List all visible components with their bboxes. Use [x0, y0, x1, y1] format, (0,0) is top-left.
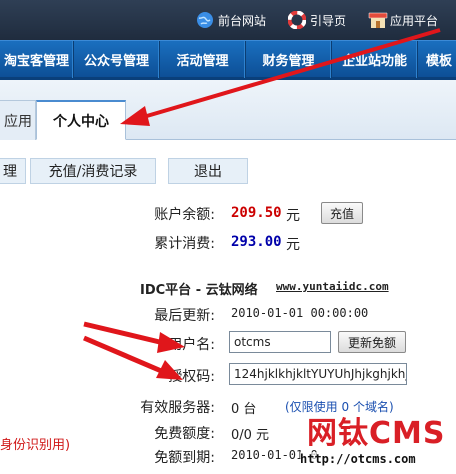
- arrow-to-username: [83, 321, 185, 353]
- arrow-to-personal-center: [120, 28, 441, 126]
- annotation-arrows: [83, 28, 441, 380]
